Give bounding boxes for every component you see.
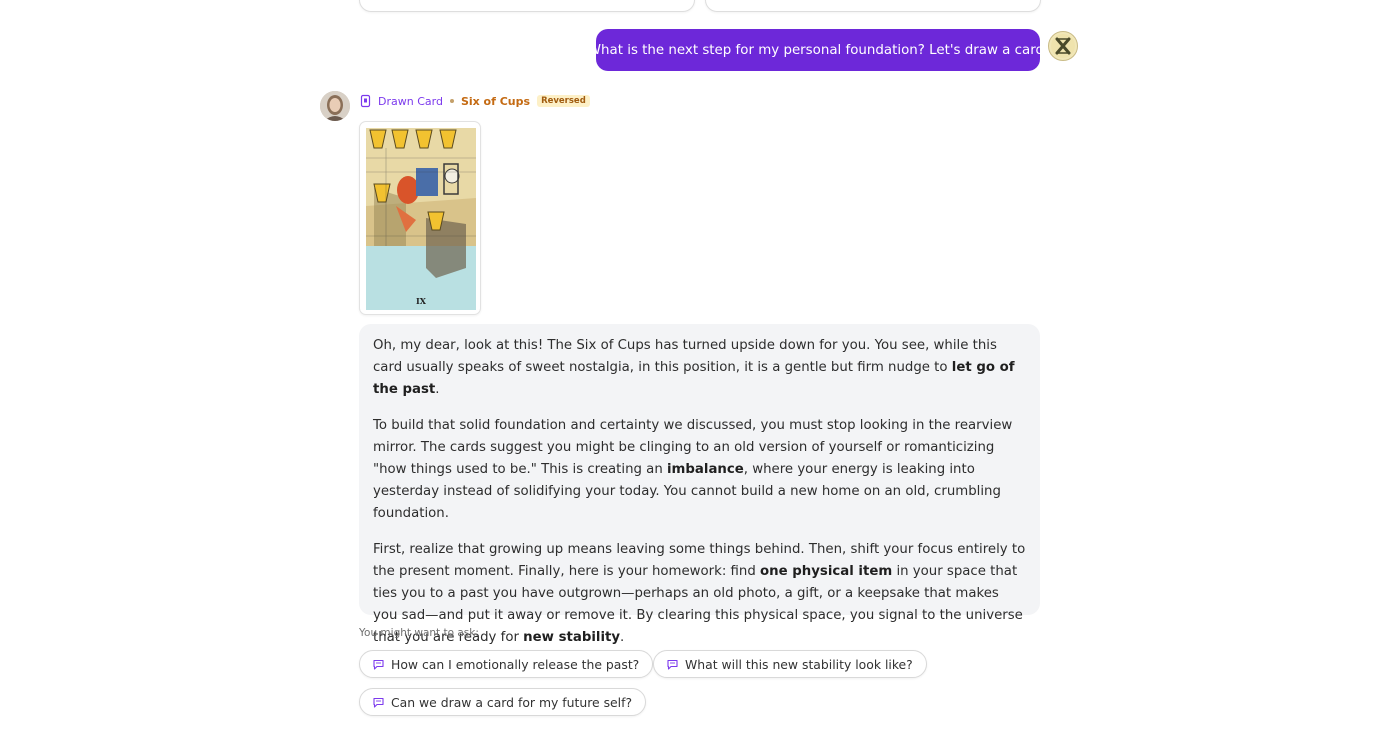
card-numeral: IX xyxy=(416,296,427,306)
reading-response: Oh, my dear, look at this! The Six of Cu… xyxy=(359,324,1040,645)
chat-bubble-icon xyxy=(667,659,678,670)
separator-dot xyxy=(449,99,454,103)
reversed-badge: Reversed xyxy=(537,95,590,107)
response-paragraph: Oh, my dear, look at this! The Six of Cu… xyxy=(373,338,1015,397)
user-message: What is the next step for my personal fo… xyxy=(588,29,1048,71)
previous-action-button[interactable] xyxy=(705,0,1041,12)
card-name: Six of Cups xyxy=(460,94,531,108)
chat-bubble-icon xyxy=(373,697,384,708)
user-message-text: What is the next step for my personal fo… xyxy=(587,42,1049,58)
suggestion-chip[interactable]: What will this new stability look like? xyxy=(653,650,927,678)
user-avatar-icon[interactable] xyxy=(1048,31,1078,61)
suggestion-text: Can we draw a card for my future self? xyxy=(391,694,633,710)
response-paragraph: To build that solid foundation and certa… xyxy=(373,418,1013,521)
suggestion-chip[interactable]: Can we draw a card for my future self? xyxy=(359,688,647,716)
suggestion-chip[interactable]: How can I emotionally release the past? xyxy=(359,650,654,678)
chat-bubble-icon xyxy=(373,659,384,670)
reader-avatar xyxy=(320,91,350,121)
drawn-card-meta: Drawn Card Six of Cups Reversed xyxy=(360,93,590,109)
tarot-card-image[interactable]: IX xyxy=(359,121,481,315)
suggestion-text: What will this new stability look like? xyxy=(685,656,913,672)
drawn-card-label: Drawn Card xyxy=(378,94,443,108)
suggestion-text: How can I emotionally release the past? xyxy=(391,656,640,672)
suggestions-label: You might want to ask: xyxy=(359,627,479,639)
previous-action-button[interactable] xyxy=(359,0,695,12)
card-icon xyxy=(360,94,371,108)
